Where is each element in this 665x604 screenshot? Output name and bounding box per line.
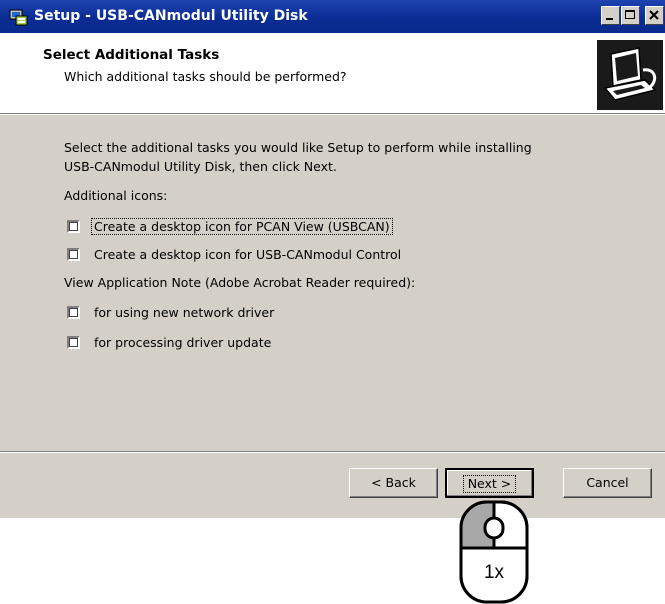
- next-button[interactable]: Next >: [445, 468, 534, 498]
- title-bar[interactable]: Setup - USB-CANmodul Utility Disk: [0, 0, 665, 33]
- maximize-button[interactable]: [621, 6, 640, 25]
- footer-separator-highlight: [0, 452, 665, 453]
- task-usb-canmodul-control-icon[interactable]: Create a desktop icon for USB-CANmodul C…: [67, 244, 403, 264]
- back-button[interactable]: < Back: [349, 468, 438, 498]
- setup-window: Setup - USB-CANmodul Utility Disk Select…: [0, 0, 665, 518]
- close-icon: [649, 10, 659, 20]
- task-label: Create a desktop icon for PCAN View (USB…: [91, 217, 393, 235]
- checkbox[interactable]: [67, 247, 80, 261]
- checkbox[interactable]: [67, 305, 80, 319]
- click-count-label: 1x: [483, 562, 505, 583]
- back-button-label: < Back: [371, 475, 416, 490]
- mouse-left-click-icon: [459, 500, 529, 604]
- minimize-icon: [606, 18, 613, 20]
- minimize-button[interactable]: [601, 6, 620, 25]
- checkbox[interactable]: [67, 335, 80, 349]
- task-new-network-driver[interactable]: for using new network driver: [67, 302, 276, 322]
- checkbox[interactable]: [67, 219, 80, 233]
- task-label: for processing driver update: [94, 334, 272, 350]
- setup-computer-icon: [597, 40, 663, 110]
- window-title: Setup - USB-CANmodul Utility Disk: [34, 8, 308, 24]
- intro-line-1: Select the additional tasks you would li…: [64, 140, 532, 155]
- setup-app-icon: [9, 9, 28, 26]
- cancel-button[interactable]: Cancel: [563, 468, 652, 498]
- header-separator-highlight: [0, 114, 665, 115]
- intro-line-2: USB-CANmodul Utility Disk, then click Ne…: [64, 159, 337, 174]
- wizard-header: Select Additional Tasks Which additional…: [0, 33, 665, 113]
- task-label: Create a desktop icon for USB-CANmodul C…: [94, 246, 402, 262]
- application-note-label: View Application Note (Adobe Acrobat Rea…: [64, 275, 416, 290]
- additional-icons-label: Additional icons:: [64, 188, 168, 203]
- page-title: Select Additional Tasks: [43, 47, 220, 63]
- page-subtitle: Which additional tasks should be perform…: [64, 69, 347, 84]
- cancel-button-label: Cancel: [586, 475, 629, 490]
- task-driver-update[interactable]: for processing driver update: [67, 332, 273, 352]
- task-pcan-view-icon[interactable]: Create a desktop icon for PCAN View (USB…: [67, 216, 393, 236]
- task-label: for using new network driver: [94, 304, 275, 320]
- close-button[interactable]: [645, 6, 664, 25]
- maximize-icon: [625, 10, 635, 19]
- next-button-label: Next >: [462, 475, 517, 493]
- intro-text: Select the additional tasks you would li…: [64, 138, 532, 176]
